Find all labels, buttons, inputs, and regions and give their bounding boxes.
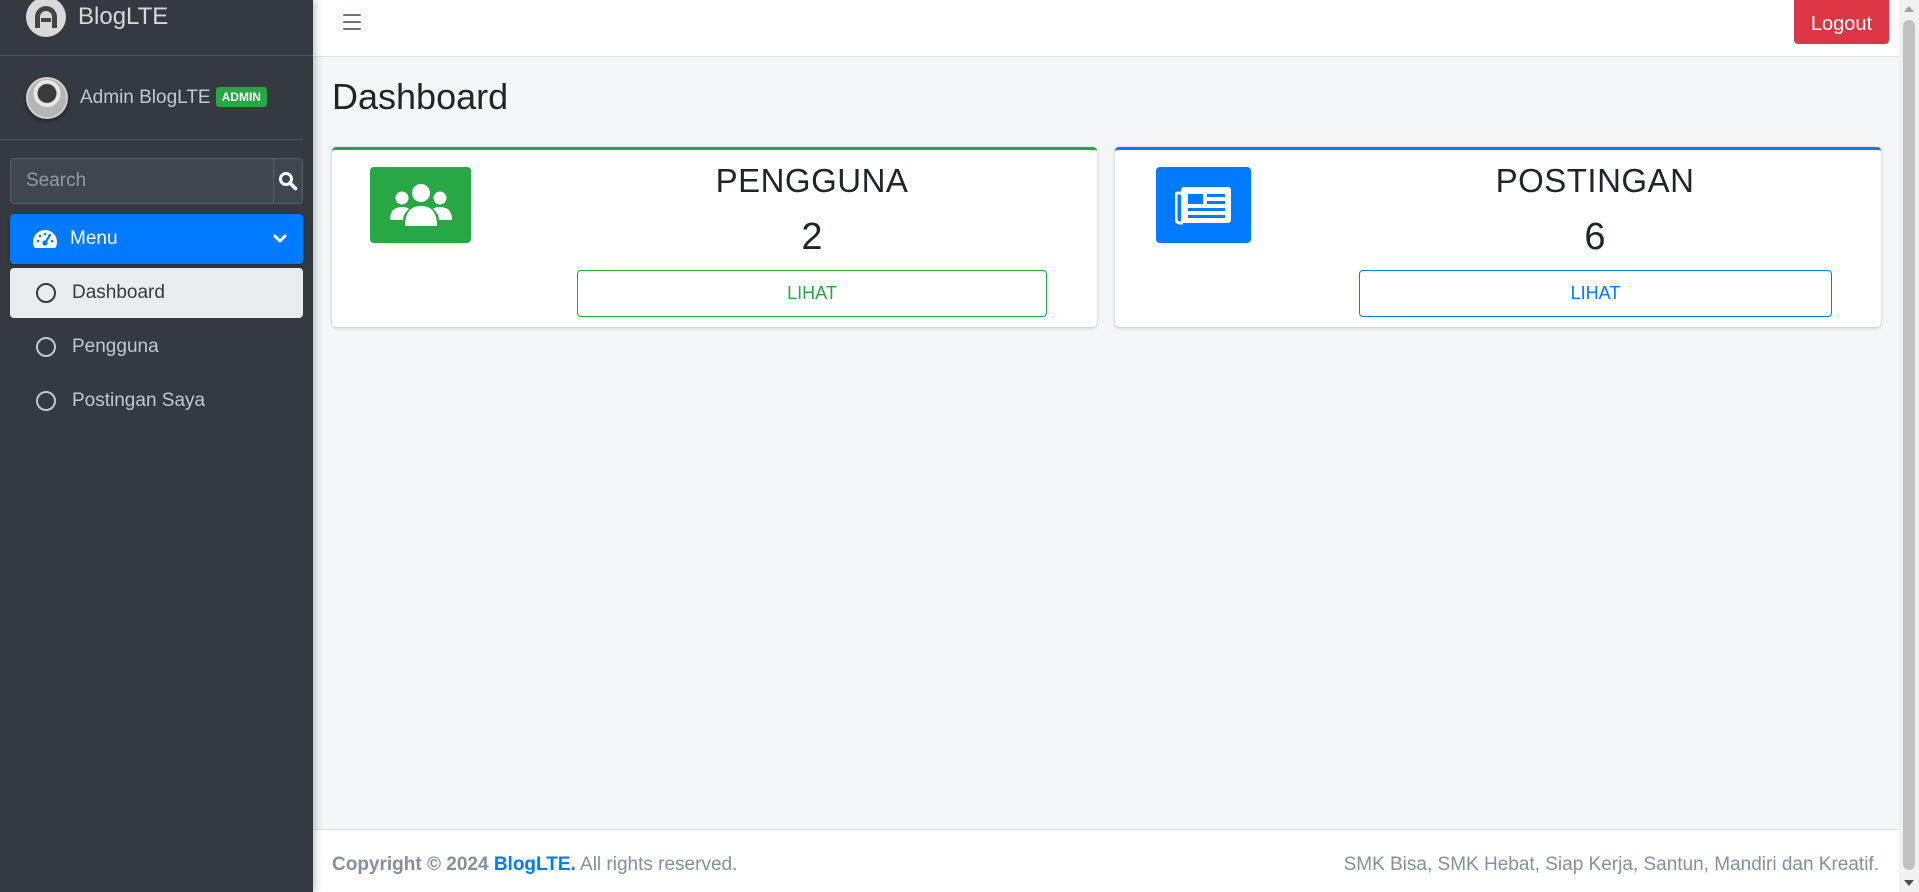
- footer-copyright: Copyright © 2024 BlogLTE. All rights res…: [332, 854, 737, 876]
- user-panel: Admin BlogLTE ADMIN: [0, 56, 303, 140]
- scroll-thumb[interactable]: [1903, 20, 1915, 870]
- sidebar-nav: Menu Dashboard Pengguna Postingan Saya: [10, 214, 303, 426]
- footer-brand-link[interactable]: BlogLTE.: [494, 854, 576, 875]
- brand-link[interactable]: BlogLTE: [0, 0, 313, 56]
- sidebar-item-postingan-saya[interactable]: Postingan Saya: [10, 376, 303, 426]
- main-content: Dashboard PENGGUNA 2 LIHAT POSTINGAN 6 L…: [313, 57, 1899, 829]
- chevron-down-icon: [273, 234, 287, 243]
- sidebar-item-dashboard[interactable]: Dashboard: [10, 268, 303, 318]
- lihat-postingan-button[interactable]: LIHAT: [1359, 270, 1832, 317]
- footer: Copyright © 2024 BlogLTE. All rights res…: [313, 829, 1899, 892]
- hamburger-menu-icon[interactable]: [343, 14, 361, 30]
- pengguna-card: PENGGUNA 2 LIHAT: [332, 147, 1097, 327]
- sidebar-item-label: Pengguna: [72, 336, 159, 357]
- search-input[interactable]: [11, 159, 273, 203]
- search-button[interactable]: [273, 159, 302, 203]
- avatar[interactable]: [26, 76, 68, 119]
- role-badge: ADMIN: [215, 86, 267, 107]
- search-icon: [279, 172, 298, 191]
- vertical-scrollbar[interactable]: [1899, 0, 1919, 892]
- circle-icon: [36, 283, 56, 303]
- circle-icon: [36, 337, 56, 357]
- sidebar: BlogLTE Admin BlogLTE ADMIN Men: [0, 0, 313, 892]
- page-title: Dashboard: [332, 76, 509, 117]
- sidebar-menu-toggle[interactable]: Menu: [10, 214, 303, 264]
- footer-tagline: SMK Bisa, SMK Hebat, Siap Kerja, Santun,…: [1343, 854, 1879, 875]
- rights-text: All rights reserved.: [580, 854, 738, 875]
- top-navbar: Logout: [313, 0, 1899, 57]
- logout-button[interactable]: Logout: [1793, 0, 1889, 44]
- copyright-text: Copyright © 2024: [332, 854, 489, 875]
- tachometer-icon: [33, 230, 57, 248]
- postingan-card: POSTINGAN 6 LIHAT: [1115, 147, 1881, 327]
- sidebar-search: [10, 158, 303, 204]
- sidebar-item-label: Dashboard: [72, 282, 165, 303]
- sidebar-menu-label: Menu: [70, 228, 118, 249]
- lihat-pengguna-button[interactable]: LIHAT: [577, 270, 1047, 317]
- user-name[interactable]: Admin BlogLTE: [80, 87, 211, 109]
- sidebar-item-pengguna[interactable]: Pengguna: [10, 322, 303, 372]
- brand-name: BlogLTE: [78, 2, 169, 30]
- newspaper-icon: [1156, 167, 1251, 243]
- sidebar-item-label: Postingan Saya: [72, 390, 206, 411]
- brand-logo-icon: [26, 0, 66, 37]
- scroll-up-icon[interactable]: [1904, 6, 1914, 12]
- card-title: PENGGUNA: [715, 162, 909, 199]
- card-count: 6: [1584, 216, 1606, 258]
- card-count: 2: [801, 216, 823, 258]
- circle-icon: [36, 391, 56, 411]
- users-icon: [370, 167, 471, 243]
- card-title: POSTINGAN: [1495, 162, 1695, 199]
- scroll-down-icon[interactable]: [1904, 880, 1914, 886]
